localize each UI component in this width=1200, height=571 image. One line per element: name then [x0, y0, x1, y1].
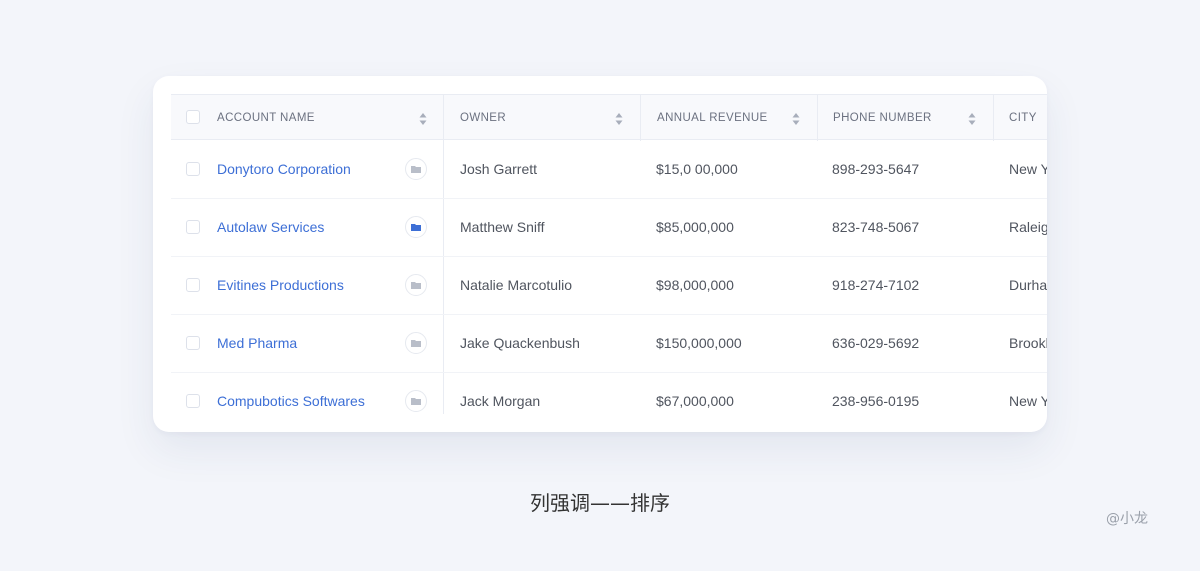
table-row[interactable]: Autolaw Services Matthew Sniff $85,000,0…	[171, 198, 1047, 256]
sort-icon[interactable]	[792, 112, 800, 126]
folder-icon[interactable]	[405, 274, 427, 296]
row-checkbox[interactable]	[186, 394, 200, 408]
column-header-owner[interactable]: OWNER	[460, 95, 635, 141]
row-checkbox[interactable]	[186, 162, 200, 176]
column-header-account-name[interactable]: ACCOUNT NAME	[217, 95, 439, 141]
city-cell: Raleigh	[1009, 219, 1047, 235]
column-header-label: PHONE NUMBER	[833, 112, 932, 124]
caption: 列强调——排序	[530, 491, 670, 515]
account-name-link[interactable]: Donytoro Corporation	[217, 161, 351, 177]
table-row[interactable]: Med Pharma Jake Quackenbush $150,000,000…	[171, 314, 1047, 372]
column-header-label: OWNER	[460, 112, 507, 124]
city-cell: New York	[1009, 161, 1047, 177]
column-header-label: ACCOUNT NAME	[217, 112, 315, 124]
sort-icon[interactable]	[419, 112, 427, 126]
table-card: ACCOUNT NAME OWNER ANNUAL REVENUE PHONE …	[153, 76, 1047, 432]
folder-icon[interactable]	[405, 390, 427, 412]
row-checkbox[interactable]	[186, 336, 200, 350]
owner-cell: Josh Garrett	[460, 161, 538, 177]
phone-cell: 636-029-5692	[832, 335, 920, 351]
row-checkbox[interactable]	[186, 278, 200, 292]
phone-cell: 823-748-5067	[832, 219, 920, 235]
revenue-cell: $150,000,000	[656, 335, 742, 351]
phone-cell: 238-956-0195	[832, 393, 920, 409]
revenue-cell: $67,000,000	[656, 393, 734, 409]
watermark: @小龙	[1106, 511, 1148, 527]
owner-cell: Jake Quackenbush	[460, 335, 580, 351]
revenue-cell: $85,000,000	[656, 219, 734, 235]
sort-icon[interactable]	[615, 112, 623, 126]
column-header-annual-revenue[interactable]: ANNUAL REVENUE	[657, 95, 812, 141]
column-header-label: CITY	[1009, 112, 1037, 124]
column-header-city[interactable]: CITY	[1009, 95, 1047, 141]
column-header-label: ANNUAL REVENUE	[657, 112, 768, 124]
city-cell: Durham	[1009, 277, 1047, 293]
owner-cell: Matthew Sniff	[460, 219, 545, 235]
phone-cell: 898-293-5647	[832, 161, 920, 177]
column-header-phone-number[interactable]: PHONE NUMBER	[833, 95, 988, 141]
table-row[interactable]: Evitines Productions Natalie Marcotulio …	[171, 256, 1047, 314]
folder-icon[interactable]	[405, 158, 427, 180]
row-checkbox[interactable]	[186, 220, 200, 234]
select-all-checkbox[interactable]	[186, 110, 200, 124]
phone-cell: 918-274-7102	[832, 277, 920, 293]
revenue-cell: $98,000,000	[656, 277, 734, 293]
account-name-link[interactable]: Evitines Productions	[217, 277, 344, 293]
table-row[interactable]: Compubotics Softwares Jack Morgan $67,00…	[171, 372, 1047, 414]
account-name-link[interactable]: Med Pharma	[217, 335, 297, 351]
revenue-cell: $15,0 00,000	[656, 161, 738, 177]
owner-cell: Jack Morgan	[460, 393, 541, 409]
sort-icon[interactable]	[968, 112, 976, 126]
account-name-link[interactable]: Compubotics Softwares	[217, 393, 365, 409]
account-name-link[interactable]: Autolaw Services	[217, 219, 324, 235]
city-cell: Brooklyn	[1009, 335, 1047, 351]
accounts-table: ACCOUNT NAME OWNER ANNUAL REVENUE PHONE …	[171, 94, 1047, 414]
table-header: ACCOUNT NAME OWNER ANNUAL REVENUE PHONE …	[171, 94, 1047, 141]
owner-cell: Natalie Marcotulio	[460, 277, 573, 293]
folder-icon[interactable]	[405, 216, 427, 238]
table-row[interactable]: Donytoro Corporation Josh Garrett $15,0 …	[171, 140, 1047, 198]
city-cell: New York	[1009, 393, 1047, 409]
folder-icon[interactable]	[405, 332, 427, 354]
